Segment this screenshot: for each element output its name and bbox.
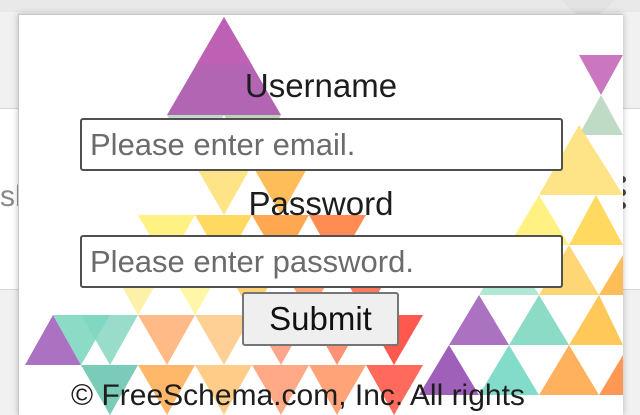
password-input[interactable] — [80, 235, 563, 288]
submit-button[interactable]: Submit — [242, 292, 399, 346]
browser-top-bar — [0, 0, 640, 12]
login-form: Username Password Submit © FreeSchema.co… — [19, 15, 623, 415]
password-label: Password — [248, 185, 394, 222]
copyright-text: © FreeSchema.com, Inc. All rights — [71, 379, 525, 412]
username-input[interactable] — [80, 118, 563, 171]
username-label: Username — [244, 67, 398, 104]
extension-popup: Username Password Submit © FreeSchema.co… — [18, 14, 623, 415]
